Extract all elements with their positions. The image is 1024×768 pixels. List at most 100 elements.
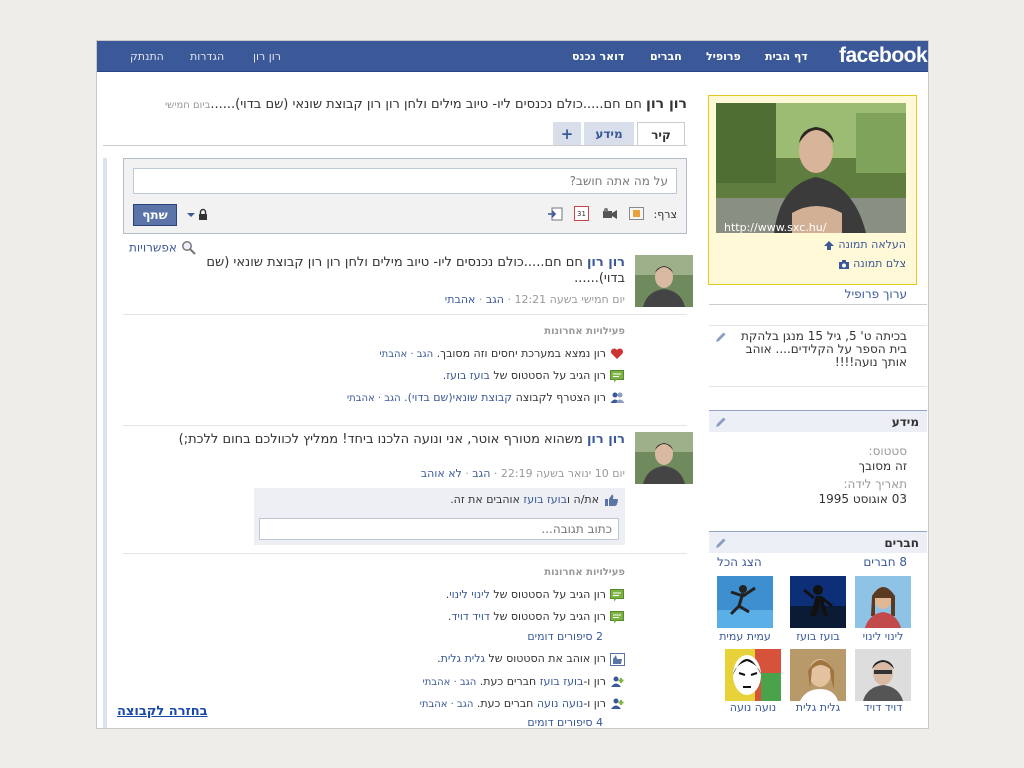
upload-icon — [823, 240, 834, 250]
share-button[interactable]: שתף — [133, 204, 177, 226]
like-status-icon — [610, 653, 625, 666]
divider — [123, 425, 687, 426]
friend-name-david[interactable]: דויד דויד — [848, 701, 918, 714]
event-attach-icon[interactable]: 31 — [574, 206, 589, 221]
divider — [123, 314, 687, 315]
nav-settings[interactable]: הגדרות — [190, 50, 224, 63]
activity-text: חברים כעת. — [476, 697, 534, 710]
likes-link[interactable]: בועז בועז — [523, 493, 567, 506]
edit-profile-link[interactable]: ערוך פרופיל — [709, 287, 907, 301]
activity-actions[interactable]: הגב · אהבתי — [379, 349, 433, 360]
take-photo-link[interactable]: צלם תמונה — [769, 257, 906, 270]
activity-actions[interactable]: הגב · אהבתי — [420, 699, 474, 710]
privacy-lock-icon[interactable] — [186, 208, 207, 222]
friend-name-linoy[interactable]: לינוי לינוי — [848, 630, 918, 643]
photo-attach-icon[interactable] — [629, 207, 644, 220]
nav-user-name[interactable]: רון רון — [253, 50, 281, 63]
status-label: סטטוס: — [868, 444, 907, 458]
post1-avatar[interactable] — [635, 255, 693, 307]
recent2-item-6: רון ו-נועה נועה חברים כעת. הגב · אהבתי — [257, 697, 606, 710]
friend-photo-galit[interactable] — [790, 649, 846, 701]
post1-like-link[interactable]: אהבתי — [445, 293, 476, 306]
facebook-logo[interactable]: facebook — [839, 44, 928, 68]
more-stories-link-2[interactable]: 4 סיפורים דומים — [257, 716, 603, 728]
post1-author[interactable]: רון רון — [587, 255, 625, 270]
nav-friends[interactable]: חברים — [650, 50, 682, 63]
activity-actions[interactable]: הגב · אהבתי — [347, 393, 401, 404]
recent1-item-1: רון נמצא במערכת יחסים וזה מסובך. הגב · א… — [257, 347, 606, 360]
friend-photo-noa[interactable] — [725, 649, 781, 701]
profile-photo-box: http://www.sxc.hu/ העלאה תמונה צלם תמונה — [708, 95, 917, 285]
pencil-icon[interactable] — [715, 537, 727, 549]
post1-time: יום חמישי בשעה 12:21 — [514, 293, 625, 306]
activity-link[interactable]: נועה נועה — [537, 697, 583, 710]
activity-text: רון ו- — [583, 675, 606, 688]
post2-comment-link[interactable]: הגב — [472, 467, 490, 480]
nav-inbox[interactable]: דואר נכנס — [572, 50, 624, 63]
upload-photo-label: העלאה תמונה — [838, 238, 906, 251]
tab-info[interactable]: מידע — [584, 122, 634, 146]
recent2-item-2: רון הגיב על הסטטוס של דויד דויד. — [257, 610, 606, 623]
profile-name: רון רון — [646, 96, 687, 112]
link-attach-icon[interactable] — [547, 207, 563, 221]
tab-add[interactable]: + — [553, 122, 581, 146]
friend-name-galit[interactable]: גלית גלית — [783, 701, 853, 714]
attach-label: צרף: — [653, 208, 677, 221]
nav-home[interactable]: דף הבית — [765, 50, 808, 63]
friend-name-noa[interactable]: נועה נועה — [718, 701, 788, 714]
post2-unlike-link[interactable]: לא אוהב — [421, 467, 462, 480]
recent2-title: פעילויות אחרונות — [544, 567, 625, 578]
post1-comment-link[interactable]: הגב — [486, 293, 504, 306]
activity-text: רון נמצא במערכת יחסים וזה מסובך. — [436, 347, 606, 360]
photo-watermark: http://www.sxc.hu/ — [724, 221, 827, 233]
profile-header: רון רון חם חם.....כולם נכנסים ליו- טיוב … — [97, 96, 687, 116]
status-input[interactable]: על מה אתה חושב? — [133, 168, 677, 194]
see-all-friends-link[interactable]: הצג הכל — [717, 555, 762, 569]
nav-profile[interactable]: פרופיל — [706, 50, 741, 63]
activity-link[interactable]: בועז בועז — [446, 369, 490, 382]
tab-wall[interactable]: קיר — [637, 122, 685, 146]
more-stories-link-1[interactable]: 2 סיפורים דומים — [257, 630, 603, 643]
activity-link[interactable]: בועז בועז — [540, 675, 584, 688]
separator-dot: · — [465, 467, 469, 480]
recent1-item-3: רון הצטרף לקבוצה קבוצת שונאי(שם בדוי). ה… — [257, 391, 606, 404]
friends-count-link[interactable]: 8 חברים — [817, 555, 907, 569]
wall-left-border — [103, 158, 107, 728]
post1-body: רון רון חם חם.....כולם נכנסים ליו- טיוב … — [177, 255, 625, 287]
info-box-header: מידע — [709, 410, 927, 432]
separator-dot: · — [478, 293, 483, 306]
post2-avatar[interactable] — [635, 432, 693, 484]
nav-logout[interactable]: התנתק — [130, 50, 164, 63]
heart-icon — [610, 348, 624, 359]
friend-name-amit[interactable]: עמית עמית — [710, 630, 780, 643]
recent2-item-4: רון אוהב את הסטטוס של גלית גלית. — [257, 652, 606, 665]
recent2-item-1: רון הגיב על הסטטוס של לינוי לינוי. — [257, 588, 606, 601]
activity-text: רון אוהב את הסטטוס של — [488, 652, 606, 665]
comment-input[interactable]: כתוב תגובה... — [259, 518, 619, 540]
upload-photo-link[interactable]: העלאה תמונה — [769, 238, 906, 251]
activity-link[interactable]: קבוצת שונאי(שם בדוי). — [404, 391, 512, 404]
friend-photo-boaz[interactable] — [790, 576, 846, 628]
friend-photo-amit[interactable] — [717, 576, 773, 628]
pencil-icon[interactable] — [715, 331, 727, 343]
profile-photo[interactable]: http://www.sxc.hu/ — [716, 103, 906, 233]
friend-name-boaz[interactable]: בועז בועז — [783, 630, 853, 643]
friends-box-header: חברים — [709, 531, 927, 553]
back-to-group-link[interactable]: בחזרה לקבוצה — [117, 704, 208, 719]
post2-text: משהוא מטורף אוטר, אני ונועה הלכנו ביחד! … — [178, 432, 583, 447]
pencil-icon[interactable] — [715, 416, 727, 428]
activity-link[interactable]: לינוי לינוי — [449, 588, 490, 601]
activity-link[interactable]: גלית גלית — [441, 652, 485, 665]
activity-link[interactable]: דויד דויד — [451, 610, 489, 623]
profile-status-text: חם חם.....כולם נכנסים ליו- טיוב מילים ול… — [210, 97, 642, 112]
friend-photo-david[interactable] — [855, 649, 911, 701]
friend-photo-linoy[interactable] — [855, 576, 911, 628]
activity-actions[interactable]: הגב · אהבתי — [422, 677, 476, 688]
post2-likes: את/ה ובועז בועז אוהבים את זה. — [254, 493, 599, 506]
options-link[interactable]: אפשרויות — [129, 240, 197, 256]
recent1-title: פעילויות אחרונות — [544, 326, 625, 337]
post2-author[interactable]: רון רון — [587, 432, 625, 447]
post2-time: יום 10 ינואר בשעה 22:19 — [500, 467, 625, 480]
info-title: מידע — [891, 415, 919, 429]
video-attach-icon[interactable] — [602, 207, 618, 221]
